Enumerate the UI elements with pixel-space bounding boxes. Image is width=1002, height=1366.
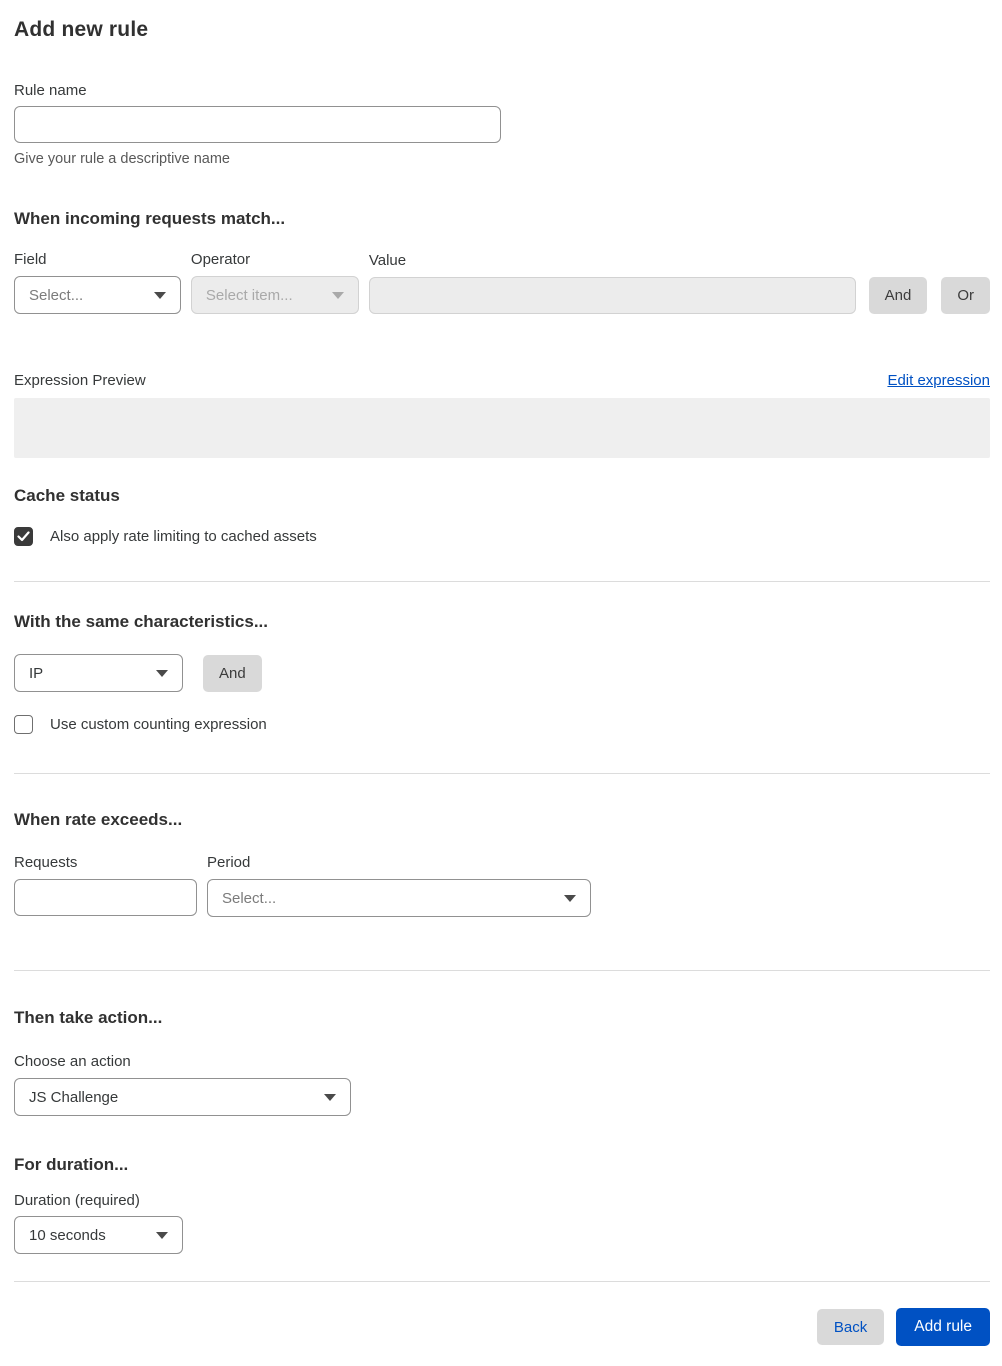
requests-column: Requests [14,854,197,917]
field-label: Field [14,251,47,268]
section-divider [14,970,990,971]
match-section-heading: When incoming requests match... [14,209,286,228]
cached-assets-checkbox-label: Also apply rate limiting to cached asset… [50,528,317,545]
or-column: Or [941,277,990,314]
rule-name-helper: Give your rule a descriptive name [14,151,230,167]
field-select-value: Select... [29,286,84,304]
or-button[interactable]: Or [941,277,990,314]
period-label: Period [207,854,251,871]
operator-column: Operator Select item... [190,251,359,314]
expression-preview-box [14,398,990,458]
expression-preview-label: Expression Preview [14,372,146,389]
match-row: Field Select... Operator Select item... … [14,251,990,314]
characteristics-and-button[interactable]: And [203,654,262,692]
duration-select-value: 10 seconds [29,1226,106,1244]
action-heading: Then take action... [14,1008,163,1027]
action-select[interactable]: JS Challenge [14,1078,351,1116]
chevron-down-icon [153,291,166,299]
value-column: Value [368,252,856,314]
characteristics-heading: With the same characteristics... [14,612,269,631]
operator-label: Operator [190,251,251,268]
expression-preview-header: Expression Preview Edit expression [14,372,990,389]
chevron-down-icon [156,1231,168,1239]
field-column: Field Select... [14,251,181,314]
requests-label: Requests [14,854,78,871]
rate-heading: When rate exceeds... [14,810,183,829]
duration-select[interactable]: 10 seconds [14,1216,183,1254]
requests-input[interactable] [14,879,197,916]
add-rule-form: Add new rule Rule name Give your rule a … [0,0,1002,1366]
period-select-value: Select... [222,889,277,907]
duration-heading: For duration... [14,1155,129,1174]
action-label: Choose an action [14,1053,131,1070]
period-column: Period Select... [207,854,591,917]
duration-label: Duration (required) [14,1192,140,1209]
footer-divider [14,1281,990,1282]
counting-expression-checkbox-label: Use custom counting expression [50,716,267,733]
counting-expression-checkbox[interactable] [14,715,33,734]
action-select-value: JS Challenge [29,1088,119,1106]
page-title: Add new rule [14,18,149,41]
edit-expression-link[interactable]: Edit expression [887,372,990,389]
rule-name-section: Rule name Give your rule a descriptive n… [14,82,990,167]
chevron-down-icon [331,291,344,299]
value-label: Value [368,252,407,269]
chevron-down-icon [156,669,168,677]
counting-expression-checkbox-row: Use custom counting expression [14,715,990,734]
period-select[interactable]: Select... [207,879,591,917]
and-button[interactable]: And [868,277,928,314]
cache-status-heading: Cache status [14,486,120,505]
and-column: And [868,277,928,314]
characteristics-row: IP And [14,654,990,692]
section-divider [14,581,990,582]
footer: Back Add rule [14,1308,990,1346]
add-rule-button[interactable]: Add rule [896,1308,990,1346]
rule-name-input[interactable] [14,106,501,143]
rule-name-label: Rule name [14,82,87,99]
operator-select: Select item... [190,276,359,314]
field-select[interactable]: Select... [14,276,181,314]
cached-assets-checkbox[interactable] [14,527,33,546]
section-divider [14,773,990,774]
operator-select-value: Select item... [205,286,293,304]
value-input [368,277,856,314]
chevron-down-icon [324,1093,336,1101]
characteristic-select-value: IP [29,664,44,682]
cache-status-checkbox-row: Also apply rate limiting to cached asset… [14,527,990,546]
checkmark-icon [17,531,30,542]
characteristic-select[interactable]: IP [14,654,183,692]
rate-row: Requests Period Select... [14,854,990,917]
chevron-down-icon [564,894,576,902]
